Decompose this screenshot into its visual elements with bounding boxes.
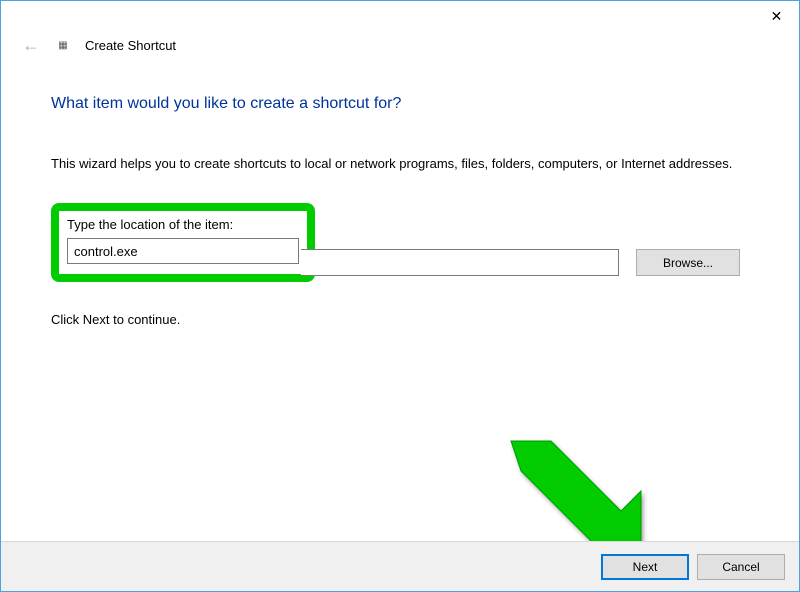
shortcut-app-icon: ▦ <box>56 38 70 52</box>
close-icon: ✕ <box>771 8 783 25</box>
dialog-footer: Next Cancel <box>1 541 799 591</box>
next-button[interactable]: Next <box>601 554 689 580</box>
location-label: Type the location of the item: <box>67 217 299 232</box>
window-title: Create Shortcut <box>85 38 176 53</box>
titlebar: ✕ <box>1 1 799 31</box>
back-arrow-icon[interactable]: ← <box>21 35 41 55</box>
cancel-button[interactable]: Cancel <box>697 554 785 580</box>
dialog-window: ✕ ← ▦ Create Shortcut What item would yo… <box>0 0 800 592</box>
location-input-extension[interactable] <box>301 249 619 276</box>
wizard-header: ← ▦ Create Shortcut <box>1 31 799 55</box>
highlight-annotation: Type the location of the item: <box>51 203 315 282</box>
content-area: What item would you like to create a sho… <box>1 55 799 327</box>
location-input[interactable] <box>67 238 299 264</box>
wizard-description: This wizard helps you to create shortcut… <box>51 155 749 173</box>
browse-button[interactable]: Browse... <box>636 249 740 276</box>
continue-instruction: Click Next to continue. <box>51 312 749 327</box>
close-button[interactable]: ✕ <box>754 1 799 31</box>
page-heading: What item would you like to create a sho… <box>51 95 749 113</box>
